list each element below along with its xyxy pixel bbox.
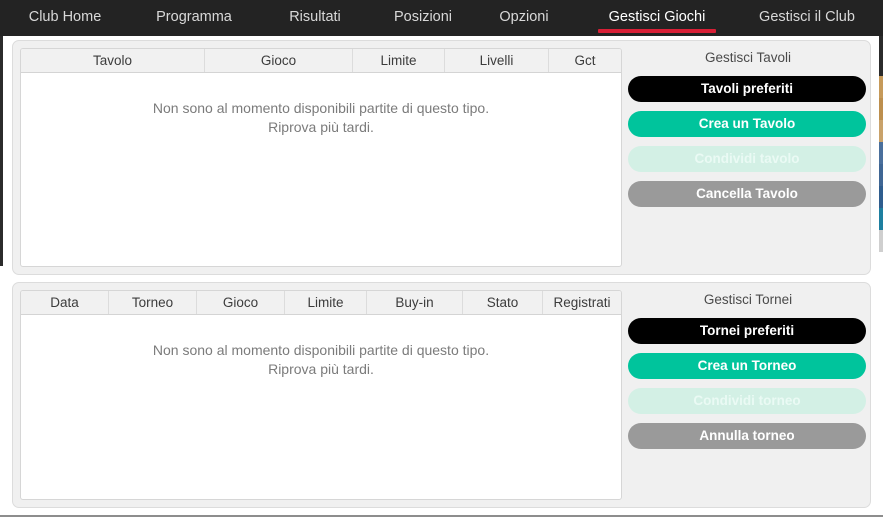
tables-actions: Gestisci Tavoli Tavoli preferiti Crea un … xyxy=(628,48,868,207)
left-dark-strip xyxy=(0,36,3,266)
right-sliver-strip xyxy=(879,164,883,186)
tournaments-crea-un-torneo-button[interactable]: Crea un Torneo xyxy=(628,353,866,379)
tournaments-empty-line-1: Non sono al momento disponibili partite … xyxy=(152,342,490,358)
right-sliver-strip xyxy=(879,56,883,76)
tournaments-column-buy-in[interactable]: Buy-in xyxy=(367,291,463,314)
tables-column-gct[interactable]: Gct xyxy=(549,49,621,72)
tournaments-annulla-torneo-button[interactable]: Annulla torneo xyxy=(628,423,866,449)
tables-empty-line-2: Riprova più tardi. xyxy=(268,119,374,135)
right-sliver-strip xyxy=(879,36,883,56)
right-sliver-strip xyxy=(879,98,883,120)
tables-grid-header: Tavolo Gioco Limite Livelli Gct xyxy=(21,49,621,73)
right-edge-sliver xyxy=(874,0,883,517)
tables-cancella-tavolo-button[interactable]: Cancella Tavolo xyxy=(628,181,866,207)
tables-empty-message: Non sono al momento disponibili partite … xyxy=(21,73,621,137)
nav-item-label: Opzioni xyxy=(499,9,549,25)
right-sliver-strip xyxy=(879,76,883,98)
tournaments-column-registrati[interactable]: Registrati xyxy=(543,291,621,314)
nav-item-programma[interactable]: Programma xyxy=(137,0,251,36)
tournaments-column-limite[interactable]: Limite xyxy=(285,291,367,314)
right-sliver-strip xyxy=(879,230,883,252)
manage-tables-panel: Tavolo Gioco Limite Livelli Gct Non sono al … xyxy=(12,40,871,275)
tables-empty-line-1: Non sono al momento disponibili partite … xyxy=(152,100,490,116)
tournaments-empty-line-2: Riprova più tardi. xyxy=(268,361,374,377)
tournaments-actions-title: Gestisci Tornei xyxy=(703,292,793,307)
right-sliver-strip xyxy=(879,120,883,142)
tables-condividi-tavolo-button: Condividi tavolo xyxy=(628,146,866,172)
nav-item-label: Club Home xyxy=(28,9,102,25)
tournaments-actions: Gestisci Tornei Tornei preferiti Crea un … xyxy=(628,290,868,449)
top-navigation: Club Home Programma Risultati Posizioni Opzi… xyxy=(0,0,883,36)
nav-item-risultati[interactable]: Risultati xyxy=(267,0,363,36)
tournaments-condividi-torneo-button: Condividi torneo xyxy=(628,388,866,414)
right-sliver-strip xyxy=(879,142,883,164)
tournaments-grid: Data Torneo Gioco Limite Buy-in Stato Registra… xyxy=(20,290,622,500)
tournaments-tornei-preferiti-button[interactable]: Tornei preferiti xyxy=(628,318,866,344)
club-games-page: Club Home Programma Risultati Posizioni Opzi… xyxy=(0,0,883,517)
tables-tavoli-preferiti-button[interactable]: Tavoli preferiti xyxy=(628,76,866,102)
tournaments-column-torneo[interactable]: Torneo xyxy=(109,291,197,314)
right-sliver-strip xyxy=(879,186,883,208)
tournaments-grid-header: Data Torneo Gioco Limite Buy-in Stato Registra… xyxy=(21,291,621,315)
nav-item-gestisci-giochi[interactable]: Gestisci Giochi xyxy=(592,0,722,36)
nav-item-label: Posizioni xyxy=(393,9,453,25)
active-tab-underline xyxy=(598,29,716,33)
tournaments-column-gioco[interactable]: Gioco xyxy=(197,291,285,314)
tables-actions-title: Gestisci Tavoli xyxy=(704,50,792,65)
nav-item-opzioni[interactable]: Opzioni xyxy=(484,0,564,36)
tables-column-gioco[interactable]: Gioco xyxy=(205,49,353,72)
tournaments-empty-message: Non sono al momento disponibili partite … xyxy=(21,315,621,379)
nav-item-label: Risultati xyxy=(289,9,341,25)
nav-item-gestisci-il-club[interactable]: Gestisci il Club xyxy=(740,0,874,36)
nav-item-club-home[interactable]: Club Home xyxy=(9,0,121,36)
nav-item-posizioni[interactable]: Posizioni xyxy=(377,0,469,36)
tables-column-tavolo[interactable]: Tavolo xyxy=(21,49,205,72)
tables-column-livelli[interactable]: Livelli xyxy=(445,49,549,72)
right-sliver-strip xyxy=(879,208,883,230)
tournaments-column-stato[interactable]: Stato xyxy=(463,291,543,314)
manage-tournaments-panel: Data Torneo Gioco Limite Buy-in Stato Registra… xyxy=(12,282,871,508)
tables-grid: Tavolo Gioco Limite Livelli Gct Non sono al … xyxy=(20,48,622,267)
nav-item-label: Programma xyxy=(156,9,232,25)
tables-crea-un-tavolo-button[interactable]: Crea un Tavolo xyxy=(628,111,866,137)
nav-item-label: Gestisci il Club xyxy=(759,9,855,25)
nav-item-label: Gestisci Giochi xyxy=(608,9,706,25)
left-edge-sliver xyxy=(0,0,9,517)
page-content: Tavolo Gioco Limite Livelli Gct Non sono al … xyxy=(9,36,874,513)
tables-column-limite[interactable]: Limite xyxy=(353,49,445,72)
tournaments-column-data[interactable]: Data xyxy=(21,291,109,314)
